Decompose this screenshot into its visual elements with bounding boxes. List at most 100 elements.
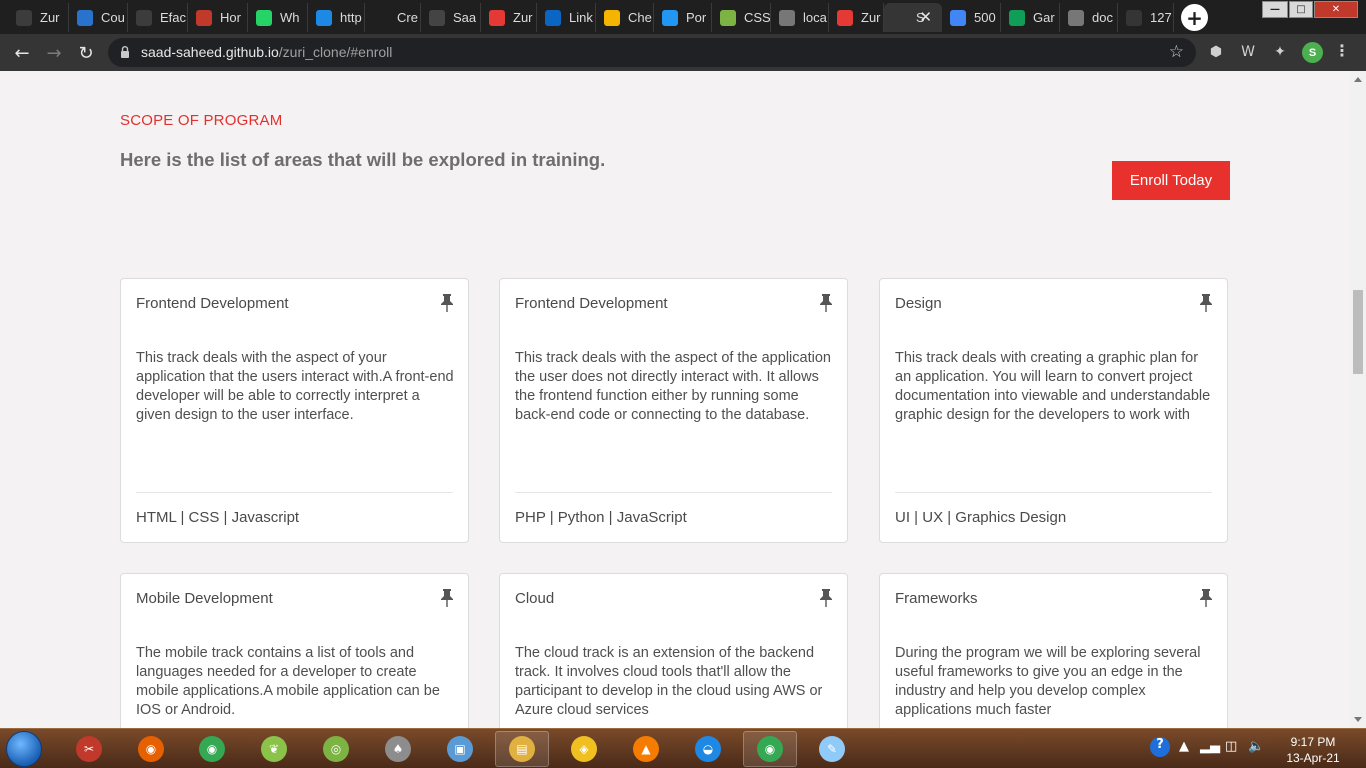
tab-strip: Zur Cou Efac Hor Wh http Cre Saa Zur Link Che Por CS… <box>0 0 1366 34</box>
card-divider <box>136 492 453 493</box>
browser-tab[interactable]: Wh <box>248 3 308 32</box>
browser-globe-icon <box>16 9 32 26</box>
whatsapp-icon <box>256 9 272 26</box>
taskbar-app[interactable]: ◎ <box>309 731 363 767</box>
browser-tab[interactable]: Cre <box>365 3 421 32</box>
browser-tab[interactable]: loca <box>771 3 829 32</box>
volume-icon[interactable]: 🔈 <box>1248 739 1264 754</box>
forward-button[interactable]: → <box>41 40 67 66</box>
browser-tab[interactable]: Zur <box>829 3 884 32</box>
card-description: The mobile track contains a list of tool… <box>136 645 440 718</box>
back-button[interactable]: ← <box>9 40 35 66</box>
card-description: This track deals with the aspect of your… <box>136 350 454 423</box>
help-icon[interactable]: ? <box>1150 737 1170 757</box>
section-eyebrow: SCOPE OF PROGRAM <box>120 112 283 129</box>
tab-title: Efac <box>160 10 187 25</box>
tab-title: Cou <box>101 10 125 25</box>
profile-avatar[interactable]: S <box>1302 42 1323 63</box>
browser-tab[interactable]: Link <box>537 3 596 32</box>
pin-icon[interactable] <box>819 588 833 608</box>
taskbar-app[interactable]: ◉ <box>743 731 797 767</box>
minimize-button[interactable]: — <box>1262 1 1288 18</box>
taskbar-app[interactable]: ❦ <box>247 731 301 767</box>
track-card: Frontend Development This track deals wit… <box>499 278 848 543</box>
page-scrollbar[interactable] <box>1350 71 1366 728</box>
track-card: Frontend Development This track deals wit… <box>120 278 469 543</box>
tray-expand-icon[interactable]: ▲ <box>1179 739 1189 754</box>
browser-tab[interactable]: Cou <box>69 3 128 32</box>
taskbar-clock[interactable]: 9:17 PM 13-Apr-21 <box>1282 734 1344 766</box>
browser-tab[interactable]: Saa <box>421 3 481 32</box>
network-signal-icon[interactable]: ▂▄ <box>1200 739 1220 754</box>
tab-title: Zur <box>40 10 60 25</box>
card-description: During the program we will be exploring … <box>895 645 1201 718</box>
scroll-up-arrow-icon[interactable] <box>1354 77 1362 82</box>
taskbar-app[interactable]: ◉ <box>124 731 178 767</box>
scrollbar-thumb[interactable] <box>1353 290 1363 374</box>
taskbar-app[interactable]: ▤ <box>495 731 549 767</box>
linkedin-icon <box>545 9 561 26</box>
bookmark-star-icon[interactable]: ☆ <box>1169 42 1184 62</box>
power-icon[interactable]: ◫ <box>1225 739 1237 754</box>
browser-tab[interactable]: Hor <box>188 3 248 32</box>
tab-title: Hor <box>220 10 241 25</box>
close-window-button[interactable]: ✕ <box>1314 1 1358 18</box>
track-card: Design This track deals with creating a g… <box>879 278 1228 543</box>
card-tags: HTML | CSS | Javascript <box>136 509 300 526</box>
tab-title: Por <box>686 10 707 25</box>
browser-tab[interactable]: 500 <box>942 3 1001 32</box>
chrome-menu-icon[interactable]: ⋮ <box>1334 41 1350 60</box>
browser-tab[interactable]: Zur <box>481 3 537 32</box>
browser-tab[interactable]: S ✕ <box>884 3 942 32</box>
taskbar-app[interactable]: ♠ <box>371 731 425 767</box>
tab-title: Cre <box>397 10 418 25</box>
chart-icon <box>720 9 736 26</box>
clock-date: 13-Apr-21 <box>1286 751 1340 765</box>
card-title: Cloud <box>515 590 555 607</box>
browser-tab[interactable]: Gar <box>1001 3 1060 32</box>
browser-tab[interactable]: Che <box>596 3 654 32</box>
taskbar-app[interactable]: ◈ <box>557 731 611 767</box>
browser-tab[interactable]: Efac <box>128 3 188 32</box>
taskbar-app[interactable]: ◒ <box>681 731 735 767</box>
browser-tab[interactable]: 127 <box>1118 3 1174 32</box>
url-text[interactable]: saad-saheed.github.io/zuri_clone/#enroll <box>141 44 392 60</box>
scroll-down-arrow-icon[interactable] <box>1354 717 1362 722</box>
cmder-icon: ◎ <box>323 736 349 762</box>
taskbar-app[interactable]: ◉ <box>185 731 239 767</box>
taskbar-app[interactable]: ✎ <box>805 731 859 767</box>
browser-globe-icon <box>136 9 152 26</box>
new-tab-button[interactable]: + <box>1181 4 1208 31</box>
taskbar-app[interactable]: ▣ <box>433 731 487 767</box>
tab-title: Wh <box>280 10 300 25</box>
paint-icon: ✎ <box>819 736 845 762</box>
close-tab-icon[interactable]: ✕ <box>919 8 932 26</box>
taskbar-app[interactable]: ▲ <box>619 731 673 767</box>
pin-icon[interactable] <box>440 588 454 608</box>
pin-icon[interactable] <box>1199 293 1213 313</box>
browser-tab[interactable]: Por <box>654 3 712 32</box>
address-bar[interactable]: saad-saheed.github.io/zuri_clone/#enroll… <box>108 38 1196 67</box>
enroll-today-button[interactable]: Enroll Today <box>1112 161 1230 200</box>
browser-tab[interactable]: Zur <box>8 3 69 32</box>
extension-cube-icon[interactable]: ⬢ <box>1207 43 1225 61</box>
pin-icon[interactable] <box>440 293 454 313</box>
maximize-button[interactable]: □ <box>1289 1 1313 18</box>
browser-tab[interactable]: CSS <box>712 3 771 32</box>
virtualbox-icon: ▣ <box>447 736 473 762</box>
pin-icon[interactable] <box>1199 588 1213 608</box>
wappalyzer-icon[interactable]: W <box>1239 43 1257 61</box>
browser-tab[interactable]: http <box>308 3 365 32</box>
reload-button[interactable]: ↻ <box>73 40 99 66</box>
browser-tab[interactable]: doc <box>1060 3 1118 32</box>
card-title: Frontend Development <box>515 295 668 312</box>
pin-icon[interactable] <box>819 293 833 313</box>
sheets-icon <box>1009 9 1025 26</box>
taskbar-app[interactable]: ✂ <box>62 731 116 767</box>
puzzle-extensions-icon[interactable]: ✦ <box>1271 43 1289 61</box>
lock-icon <box>121 46 129 58</box>
start-button[interactable] <box>6 731 42 767</box>
track-card: Cloud The cloud track is an extension of … <box>499 573 848 728</box>
chrome-open-icon: ◉ <box>757 736 783 762</box>
file-explorer-icon: ▤ <box>509 736 535 762</box>
